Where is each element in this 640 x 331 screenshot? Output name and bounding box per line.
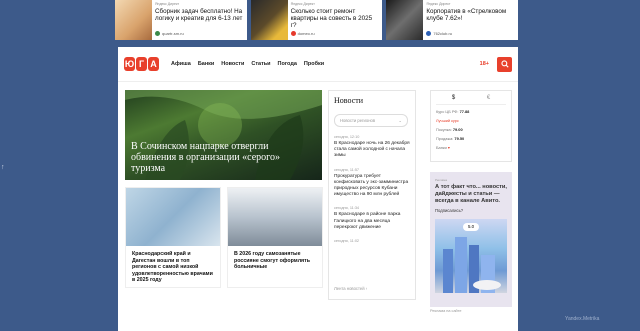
ad-thumb [250, 0, 288, 40]
news-text[interactable]: Прокуратура требует конфисковать у экс-з… [334, 174, 410, 199]
nav-item-traffic[interactable]: Пробки [304, 61, 324, 67]
news-text[interactable]: В Краснодаре ночь на 26 декабря стала са… [334, 141, 410, 160]
ad-domain: quartr-sm.ru [162, 31, 184, 36]
news-item[interactable]: сегодня, 11:34 В Краснодаре в районе пар… [334, 206, 410, 231]
news-feed: Новости Новости регионов ⌄ сегодня, 12:1… [328, 90, 416, 300]
chevron-right-icon: › [365, 286, 368, 291]
tab-eur[interactable]: € [487, 95, 490, 101]
search-button[interactable] [497, 56, 512, 72]
nav-item-weather[interactable]: Погода [278, 61, 297, 67]
side-ad-image: 5.0 [435, 219, 507, 294]
search-icon [500, 60, 509, 68]
side-ad-subtitle: Подписались? [435, 208, 464, 214]
news-more-link[interactable]: Лента новостей › [334, 286, 367, 291]
main-nav: Афиша Банки Новости Статьи Погода Пробки [171, 61, 324, 67]
article-card[interactable]: Краснодарский край и Дагестан вошли в то… [125, 187, 221, 288]
ad-domain: 762club.ru [433, 31, 453, 36]
ad-card-3[interactable]: Яндекс Директ Корпоратив в «Стрелковом к… [386, 0, 519, 40]
site-icon [290, 31, 296, 36]
nav-item-news[interactable]: Новости [221, 61, 244, 67]
side-ad-banner[interactable]: Реклама А тот факт что... новости, дайдж… [430, 172, 512, 307]
ad-title[interactable]: Сборник задач бесплатно! На логику и кре… [155, 8, 244, 22]
ad-source: Яндекс Директ [290, 2, 315, 6]
ad-thumb [386, 0, 424, 40]
article-title[interactable]: В 2026 году самозанятые россияне смогут … [228, 246, 322, 276]
side-ad-title[interactable]: А тот факт что... новости, дайджесты и с… [435, 184, 507, 204]
ad-title[interactable]: Корпоратив в «Стрелковом клубе 7.62»! [426, 8, 515, 22]
news-time: сегодня, 11:02 [334, 239, 360, 244]
currency-widget: $ € Курс ЦБ РФ: 77.88 Лучший курс Покупк… [430, 90, 512, 162]
site-logo[interactable]: Ю Г А [124, 57, 159, 71]
news-item[interactable]: сегодня, 11:02 [334, 239, 410, 243]
scroll-up-icon[interactable]: ↑ [1, 164, 5, 171]
watermark-logo: Yandex.Metrika [565, 316, 600, 322]
article-image [126, 188, 220, 246]
best-rate-label: Лучший курс [436, 118, 459, 123]
article-image [228, 188, 322, 246]
ad-card-1[interactable]: Яндекс Директ Сборник задач бесплатно! Н… [115, 0, 247, 40]
nav-item-articles[interactable]: Статьи [251, 61, 270, 67]
ad-title[interactable]: Сколько стоит ремонт квартиры на совесть… [291, 8, 380, 29]
buy-rate: Покупка: 79.00 [436, 127, 463, 132]
ad-card-2[interactable]: Яндекс Директ Сколько стоит ремонт кварт… [250, 0, 383, 40]
sell-rate: Продажа: 79.50 [436, 136, 465, 141]
ad-source: Реклама [435, 178, 448, 182]
news-heading[interactable]: Новости [334, 96, 410, 105]
news-time: сегодня, 12:10 [334, 135, 360, 139]
cb-rate: Курс ЦБ РФ: 77.88 [436, 109, 470, 114]
top-ad-strip: Яндекс Директ Сборник задач бесплатно! Н… [115, 0, 519, 40]
news-text[interactable]: В Краснодаре в районе парка Галицкого на… [334, 212, 410, 231]
site-header: Ю Г А Афиша Банки Новости Статьи Погода … [118, 47, 518, 82]
hero-title[interactable]: В Сочинском нацпарке отвергли обвинения … [131, 141, 301, 174]
ad-source: Яндекс Директ [426, 2, 451, 6]
article-title[interactable]: Краснодарский край и Дагестан вошли в то… [126, 246, 220, 289]
ad-thumb [115, 0, 152, 40]
nav-item-afisha[interactable]: Афиша [171, 61, 191, 67]
chevron-down-icon: ▾ [447, 145, 450, 150]
news-time: сегодня, 11:57 [334, 167, 360, 172]
news-region-select[interactable]: Новости регионов ⌄ [334, 114, 408, 127]
chevron-down-icon: ⌄ [398, 118, 402, 123]
ad-source: Яндекс Директ [155, 2, 180, 6]
ad-domain: domeo.ru [297, 31, 315, 36]
side-ad-footer[interactable]: Реклама на сайте [430, 309, 462, 313]
news-time: сегодня, 11:34 [334, 206, 360, 211]
main-page: Ю Г А Афиша Банки Новости Статьи Погода … [118, 47, 518, 331]
banks-link[interactable]: Банки ▾ [436, 145, 506, 150]
site-icon [426, 31, 432, 36]
article-card[interactable]: В 2026 году самозанятые россияне смогут … [227, 187, 323, 288]
news-item[interactable]: сегодня, 11:57 Прокуратура требует конфи… [334, 168, 410, 199]
hero-article[interactable]: В Сочинском нацпарке отвергли обвинения … [125, 90, 322, 180]
news-item[interactable]: сегодня, 12:10 В Краснодаре ночь на 26 д… [334, 135, 410, 160]
nav-item-banks[interactable]: Банки [198, 61, 214, 67]
buildings-illustration [443, 237, 501, 294]
tab-usd[interactable]: $ [452, 95, 455, 101]
site-icon [155, 31, 160, 36]
age-rating-badge: 18+ [479, 61, 489, 67]
